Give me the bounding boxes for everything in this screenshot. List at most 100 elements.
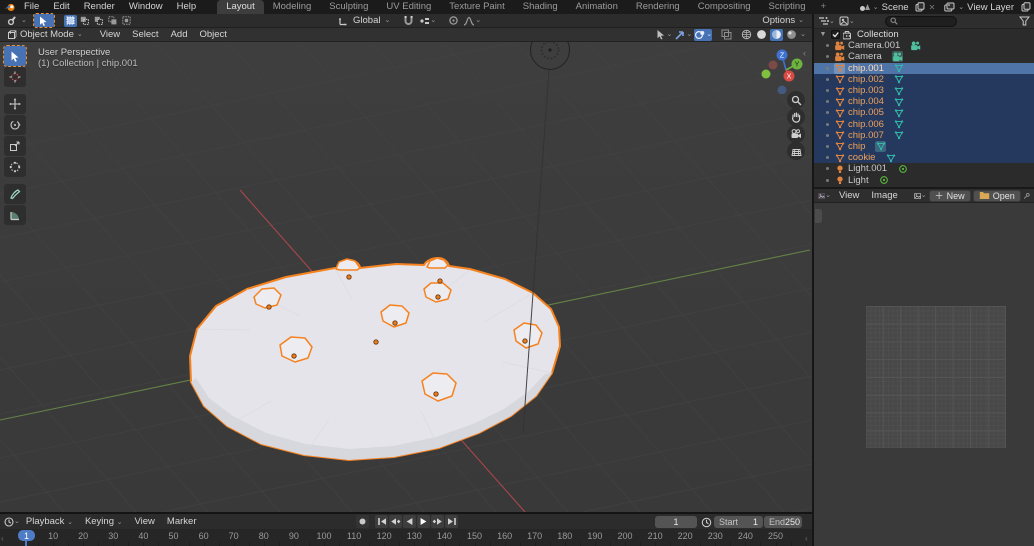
new-image-button[interactable]: ＋ New bbox=[928, 189, 971, 202]
tool-annotate[interactable] bbox=[4, 184, 26, 204]
xray-toggle[interactable] bbox=[720, 29, 733, 41]
outliner-row[interactable]: Light.001 bbox=[814, 163, 1034, 174]
perspective-toggle-button[interactable] bbox=[787, 142, 805, 160]
pan-hand-button[interactable] bbox=[787, 108, 805, 126]
proportional-edit-icon[interactable] bbox=[448, 15, 459, 26]
shading-wireframe[interactable] bbox=[740, 29, 753, 41]
gizmo-neg-y-axis[interactable] bbox=[761, 69, 771, 79]
viewport-menu-add[interactable]: Add bbox=[165, 29, 194, 40]
shading-solid[interactable] bbox=[755, 29, 768, 41]
overlays-toggle[interactable]: ⌄ bbox=[694, 28, 713, 41]
navigation-gizmo[interactable]: Z Y X bbox=[758, 44, 810, 94]
image-editor-toolbar-nub[interactable] bbox=[815, 209, 822, 223]
topbar-menu-window[interactable]: Window bbox=[122, 0, 170, 14]
outliner-row[interactable]: chip.006 bbox=[814, 118, 1034, 130]
new-view-layer-button[interactable] bbox=[1019, 1, 1032, 13]
select-mode-set[interactable] bbox=[63, 14, 77, 27]
outliner-row[interactable]: chip.004 bbox=[814, 96, 1034, 108]
outliner-display-mode-dropdown[interactable]: ⌄ bbox=[818, 15, 835, 27]
topbar-menu-help[interactable]: Help bbox=[170, 0, 204, 14]
new-scene-button[interactable] bbox=[914, 1, 927, 13]
tab-texture-paint[interactable]: Texture Paint bbox=[440, 0, 513, 14]
viewport-menu-select[interactable]: Select bbox=[126, 29, 164, 40]
select-mode-invert[interactable] bbox=[106, 15, 119, 27]
shading-dropdown[interactable]: ⌄ bbox=[800, 31, 806, 38]
tab-shading[interactable]: Shading bbox=[514, 0, 567, 14]
image-menu-view[interactable]: View bbox=[833, 190, 865, 201]
pin-icon[interactable] bbox=[1023, 191, 1030, 201]
outliner-row[interactable]: cookie bbox=[814, 152, 1034, 164]
outliner-row[interactable]: Light bbox=[814, 174, 1034, 186]
editor-type-image-icon[interactable]: ⌄ bbox=[818, 190, 831, 202]
outliner-row[interactable]: chip.007 bbox=[814, 129, 1034, 141]
open-image-button[interactable]: Open bbox=[972, 189, 1021, 202]
tool-measure[interactable] bbox=[4, 205, 26, 225]
zoom-button[interactable] bbox=[787, 91, 805, 109]
tool-scale[interactable] bbox=[4, 136, 26, 156]
outliner-row[interactable]: Camera.001 bbox=[814, 40, 1034, 51]
tool-transform[interactable] bbox=[4, 157, 26, 177]
camera-view-button[interactable] bbox=[787, 125, 805, 143]
viewport-3d[interactable]: User Perspective (1) Collection | chip.0… bbox=[0, 42, 812, 512]
active-tool-select-box[interactable] bbox=[32, 13, 55, 28]
frame-end-field[interactable]: End 250 bbox=[764, 516, 802, 528]
current-frame-field[interactable]: 1 bbox=[655, 516, 697, 528]
gizmo-neg-x-axis[interactable] bbox=[768, 60, 778, 70]
next-keyframe-button[interactable] bbox=[431, 515, 444, 528]
topbar-menu-render[interactable]: Render bbox=[77, 0, 122, 14]
snap-magnet-icon[interactable] bbox=[403, 15, 414, 26]
outliner-id-type-dropdown[interactable]: ⌄ bbox=[839, 15, 855, 27]
gizmos-toggle[interactable]: ⌄ bbox=[674, 29, 692, 41]
editor-type-timeline-icon[interactable]: ⌄ bbox=[4, 516, 20, 528]
unlink-scene-button[interactable]: ✕ bbox=[929, 3, 936, 12]
play-reverse-button[interactable] bbox=[403, 515, 416, 528]
shading-rendered[interactable] bbox=[785, 29, 798, 41]
shading-material-preview[interactable] bbox=[770, 28, 784, 41]
orientation-value[interactable]: Global bbox=[353, 15, 380, 26]
tool-rotate[interactable] bbox=[4, 115, 26, 135]
tool-move[interactable] bbox=[4, 94, 26, 114]
object-type-visibility-dropdown[interactable]: ⌄ bbox=[656, 29, 672, 41]
auto-keying-clock-icon[interactable] bbox=[701, 517, 712, 528]
proportional-falloff-dropdown[interactable]: ⌄ bbox=[463, 16, 481, 26]
editor-type-tool-icon[interactable]: ⌄ bbox=[4, 15, 30, 27]
timeline-menu-view[interactable]: View bbox=[129, 516, 161, 527]
outliner-row[interactable]: chip.005 bbox=[814, 107, 1034, 119]
snap-with-dropdown[interactable]: ⌄ bbox=[418, 16, 436, 26]
outliner-row[interactable]: chip.003 bbox=[814, 84, 1034, 97]
image-browse-dropdown[interactable]: ⌄ bbox=[913, 190, 927, 202]
view-layer-selector[interactable]: ⌄ View Layer bbox=[941, 1, 1017, 13]
outliner-row[interactable]: chip.001 bbox=[814, 62, 1034, 74]
tab-uv-editing[interactable]: UV Editing bbox=[377, 0, 440, 14]
tab-scripting[interactable]: Scripting bbox=[760, 0, 815, 14]
tab-sculpting[interactable]: Sculpting bbox=[320, 0, 377, 14]
timeline-menu-keying[interactable]: Keying ⌄ bbox=[79, 516, 129, 527]
chip-object[interactable] bbox=[335, 258, 361, 271]
tab-compositing[interactable]: Compositing bbox=[689, 0, 760, 14]
mode-selector[interactable]: Object Mode ⌄ bbox=[4, 29, 86, 41]
topbar-menu-file[interactable]: File bbox=[17, 0, 46, 14]
jump-to-end-button[interactable] bbox=[445, 515, 458, 528]
select-mode-subtract[interactable] bbox=[92, 15, 105, 27]
add-workspace-button[interactable]: + bbox=[814, 0, 832, 14]
tool-select-box[interactable] bbox=[3, 45, 27, 67]
disclosure-triangle-icon[interactable]: ▼ bbox=[818, 31, 828, 38]
playhead[interactable]: 1 bbox=[18, 530, 35, 541]
record-button[interactable] bbox=[356, 515, 369, 528]
tab-animation[interactable]: Animation bbox=[567, 0, 627, 14]
outliner-row[interactable]: ▼ Collection bbox=[814, 29, 1034, 40]
collection-checkbox[interactable] bbox=[831, 30, 840, 40]
outliner-row[interactable]: chip.002 bbox=[814, 73, 1034, 85]
timeline-menu-playback[interactable]: Playback ⌄ bbox=[20, 516, 79, 527]
image-menu-image[interactable]: Image bbox=[865, 190, 903, 201]
jump-to-start-button[interactable] bbox=[375, 515, 388, 528]
options-dropdown[interactable]: Options ⌄ bbox=[762, 15, 804, 26]
filter-icon[interactable] bbox=[1019, 16, 1030, 26]
select-mode-intersect[interactable] bbox=[120, 15, 133, 27]
viewport-menu-view[interactable]: View bbox=[94, 29, 126, 40]
gizmo-neg-z-axis[interactable] bbox=[777, 85, 787, 95]
play-button[interactable] bbox=[417, 515, 430, 528]
tab-rendering[interactable]: Rendering bbox=[627, 0, 689, 14]
select-mode-extend[interactable] bbox=[78, 15, 91, 27]
outliner-row[interactable]: chip bbox=[814, 140, 1034, 153]
